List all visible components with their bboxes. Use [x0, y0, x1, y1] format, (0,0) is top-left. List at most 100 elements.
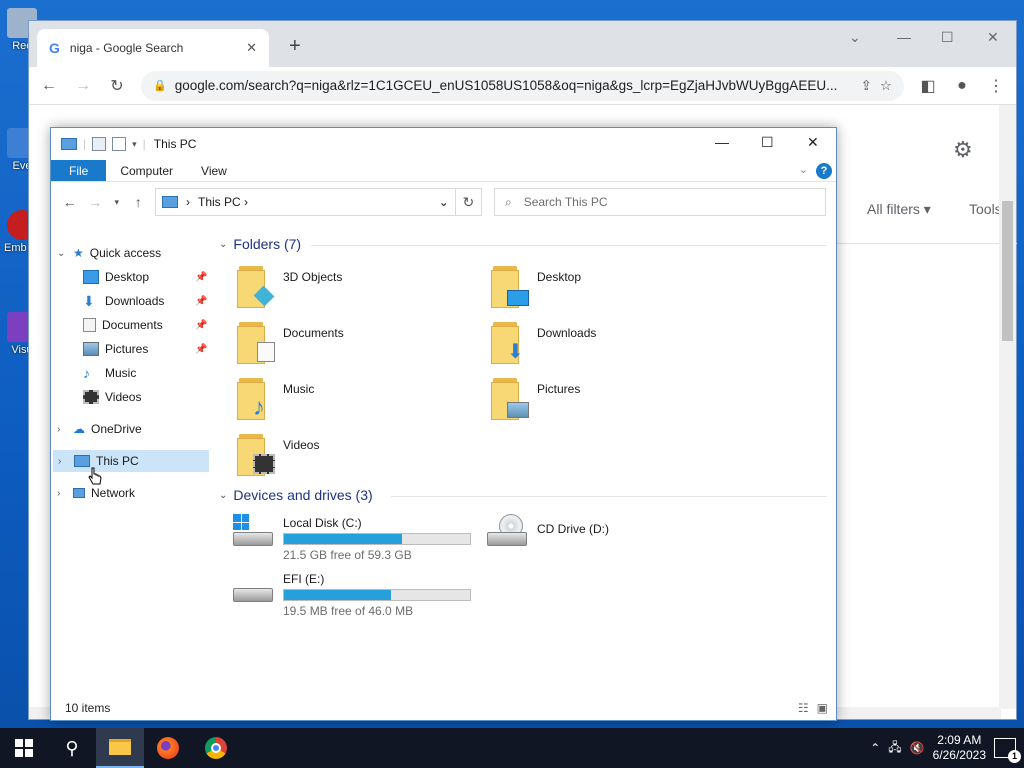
share-icon[interactable]: ⇪ — [861, 78, 872, 94]
close-tab-icon[interactable]: ✕ — [246, 40, 257, 56]
customize-dropdown-icon[interactable]: ▾ — [132, 139, 137, 150]
nav-this-pc[interactable]: › This PC — [53, 450, 209, 472]
folder-downloads[interactable]: ⬇ Downloads — [491, 320, 741, 370]
folder-pictures[interactable]: Pictures — [491, 376, 741, 426]
expand-ribbon-icon[interactable]: ⌄ — [799, 163, 808, 176]
vertical-scrollbar[interactable] — [999, 105, 1016, 709]
clock[interactable]: 2:09 AM 6/26/2023 — [933, 733, 986, 763]
notification-count: 1 — [1008, 750, 1021, 763]
view-switcher: ☷ ▣ — [798, 701, 828, 715]
network-icon[interactable]: 🖧 — [888, 738, 901, 759]
scroll-thumb[interactable] — [1002, 201, 1013, 341]
side-panel-icon[interactable]: ◧ — [918, 76, 938, 96]
nav-onedrive[interactable]: › ☁ OneDrive — [57, 418, 142, 440]
tab-file[interactable]: File — [51, 160, 107, 181]
folder-desktop[interactable]: Desktop — [491, 264, 741, 314]
close-icon[interactable]: ✕ — [987, 29, 999, 46]
devices-section-header[interactable]: ⌄ Devices and drives (3) — [219, 487, 373, 503]
nav-item-desktop[interactable]: Desktop 📌 — [83, 266, 207, 288]
nav-item-documents[interactable]: Documents 📌 — [83, 314, 207, 336]
hard-disk-icon — [231, 568, 275, 608]
explorer-title-bar: | ▾ | This PC — ☐ ✕ — [51, 128, 836, 160]
cloud-icon: ☁ — [73, 422, 85, 436]
browser-tab[interactable]: G niga - Google Search ✕ — [37, 29, 269, 67]
breadcrumb[interactable]: This PC › — [198, 195, 431, 209]
large-icons-view-icon[interactable]: ▣ — [817, 701, 828, 715]
nav-item-music[interactable]: ♪ Music — [83, 362, 136, 384]
drive-free-space: 21.5 GB free of 59.3 GB — [283, 548, 412, 562]
recent-locations-icon[interactable]: ▾ — [112, 197, 122, 208]
drive-usage-bar — [283, 533, 471, 545]
nav-item-downloads[interactable]: ⬇ Downloads 📌 — [83, 290, 207, 312]
back-icon[interactable]: ← — [39, 77, 59, 95]
picture-icon — [83, 342, 99, 356]
folder-videos[interactable]: Videos — [237, 432, 487, 482]
profile-avatar-icon[interactable]: ● — [952, 77, 972, 95]
tab-view[interactable]: View — [187, 160, 241, 181]
help-icon[interactable]: ? — [816, 163, 832, 179]
collapsed-chevron-icon[interactable]: › — [58, 456, 68, 467]
folder-music[interactable]: ♪ Music — [237, 376, 487, 426]
address-bar[interactable]: 🔒 google.com/search?q=niga&rlz=1C1GCEU_e… — [141, 70, 904, 101]
folder-3d-objects[interactable]: 3D Objects — [237, 264, 487, 314]
menu-kebab-icon[interactable]: ⋮ — [986, 76, 1006, 96]
tab-search-icon[interactable]: ⌄ — [849, 29, 861, 46]
search-input[interactable]: ⌕ Search This PC — [493, 188, 826, 216]
clock-time: 2:09 AM — [937, 733, 982, 747]
music-note-icon: ♪ — [83, 365, 90, 381]
details-view-icon[interactable]: ☷ — [798, 701, 809, 715]
minimize-icon[interactable]: — — [715, 134, 729, 150]
settings-gear-icon[interactable]: ⚙ — [953, 137, 973, 163]
expanded-chevron-icon[interactable]: ⌄ — [57, 248, 67, 259]
drive-efi-e[interactable]: EFI (E:) 19.5 MB free of 46.0 MB — [231, 568, 481, 618]
collapse-chevron-icon: ⌄ — [219, 489, 228, 501]
close-icon[interactable]: ✕ — [807, 134, 819, 151]
volume-muted-icon[interactable]: 🔇 — [910, 741, 925, 755]
address-dropdown-icon[interactable]: ⌄ — [439, 195, 449, 209]
tab-computer[interactable]: Computer — [106, 160, 187, 181]
forward-icon[interactable]: → — [86, 194, 103, 210]
show-hidden-icons-icon[interactable]: ⌃ — [870, 741, 880, 755]
folder-icon: ♪ — [237, 376, 275, 420]
address-bar[interactable]: › This PC › ⌄ — [155, 188, 456, 216]
collapsed-chevron-icon[interactable]: › — [57, 424, 67, 435]
folder-icon — [109, 739, 131, 755]
folder-documents[interactable]: Documents — [237, 320, 487, 370]
taskbar-file-explorer[interactable] — [96, 728, 144, 768]
collapsed-chevron-icon[interactable]: › — [57, 488, 67, 499]
taskbar-firefox[interactable] — [144, 728, 192, 768]
all-filters-button[interactable]: All filters ▾ — [867, 201, 931, 218]
nav-item-videos[interactable]: Videos — [83, 386, 141, 408]
folders-section-header[interactable]: ⌄ Folders (7) — [219, 236, 301, 252]
system-tray: ⌃ 🖧 🔇 2:09 AM 6/26/2023 1 — [870, 733, 1024, 763]
maximize-icon[interactable]: ☐ — [941, 29, 954, 46]
bookmark-star-icon[interactable]: ☆ — [880, 78, 892, 94]
maximize-icon[interactable]: ☐ — [761, 134, 774, 151]
new-tab-button[interactable]: + — [289, 35, 301, 58]
search-button[interactable]: ⚲ — [48, 728, 96, 768]
back-icon[interactable]: ← — [61, 194, 78, 210]
lock-icon: 🔒 — [153, 80, 167, 92]
search-icon: ⚲ — [65, 737, 79, 758]
computer-icon — [61, 138, 77, 150]
start-button[interactable] — [0, 728, 48, 768]
tools-button[interactable]: Tools — [969, 201, 1002, 217]
document-icon — [83, 318, 96, 332]
properties-icon[interactable] — [92, 137, 107, 151]
content-pane: ⌄ Folders (7) 3D Objects Desktop Documen… — [215, 228, 835, 708]
nav-quick-access[interactable]: ⌄ ★ Quick access — [57, 242, 161, 264]
drive-local-disk-c[interactable]: Local Disk (C:) 21.5 GB free of 59.3 GB — [231, 512, 481, 562]
drive-cd-d[interactable]: CD Drive (D:) — [485, 512, 735, 562]
google-favicon-icon: G — [49, 40, 60, 56]
new-folder-icon[interactable] — [112, 137, 127, 151]
up-icon[interactable]: ↑ — [130, 194, 147, 210]
nav-item-pictures[interactable]: Pictures 📌 — [83, 338, 207, 360]
taskbar-chrome[interactable] — [192, 728, 240, 768]
action-center-icon[interactable]: 1 — [994, 738, 1021, 763]
minimize-icon[interactable]: — — [897, 29, 911, 45]
reload-icon[interactable]: ↻ — [107, 76, 127, 96]
status-bar: 10 items — [51, 696, 836, 720]
forward-icon[interactable]: → — [73, 77, 93, 95]
download-arrow-icon: ⬇ — [83, 293, 95, 309]
refresh-button[interactable]: ↻ — [454, 188, 482, 216]
